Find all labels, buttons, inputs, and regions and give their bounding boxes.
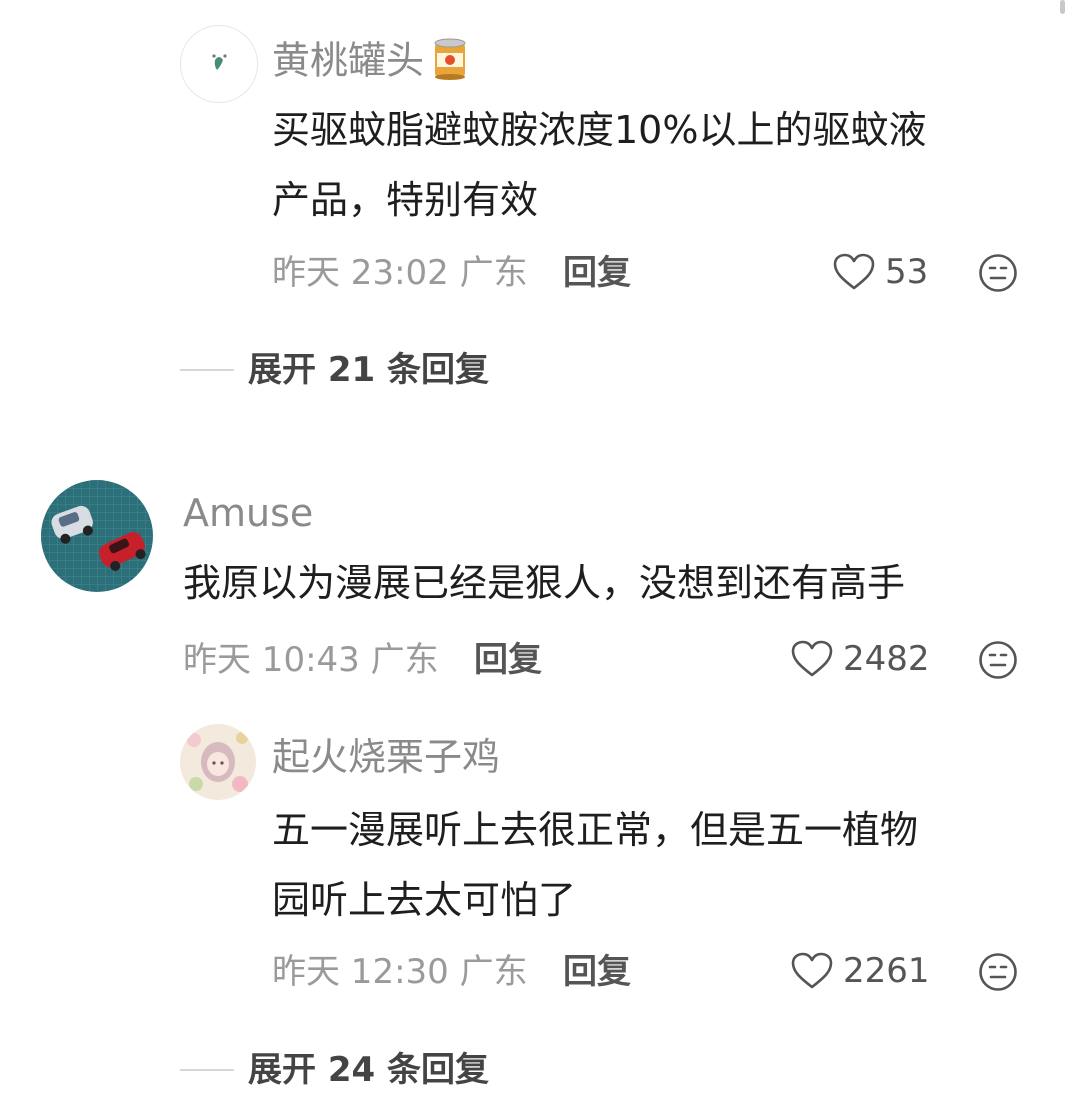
comment-text-line: 买驱蚊脂避蚊胺浓度10%以上的驱蚊液 [272,108,927,152]
comment-text: 买驱蚊脂避蚊胺浓度10%以上的驱蚊液 产品，特别有效 [272,95,926,235]
neutral-face-icon [979,641,1017,679]
comment-text-line: 我原以为漫展已经是狠人，没想到还有高手 [183,561,906,605]
scrollbar[interactable] [1060,0,1065,14]
avatar-image [212,54,227,70]
neutral-face-icon [979,953,1017,991]
like-count: 53 [885,252,929,292]
like-button[interactable]: 53 [833,253,928,291]
canned-food-emoji-icon [432,38,468,88]
dislike-button[interactable] [978,640,1018,680]
heart-outline-icon [833,253,875,290]
comment-text: 我原以为漫展已经是狠人，没想到还有高手 [183,548,905,618]
comment-time: 昨天 23:02 [272,253,449,293]
comment-username[interactable]: Amuse [183,494,313,532]
comment-text-line: 产品，特别有效 [272,178,539,222]
comment-thread: 黄桃罐头 买驱蚊脂避蚊胺浓度10%以上的驱蚊液 产品，特别有效 昨天 23:02… [0,0,1079,1098]
reply-button[interactable]: 回复 [563,955,631,989]
comment-location: 广东 [459,952,528,992]
expand-replies-button[interactable]: 展开 21 条回复 [180,353,489,387]
divider-line [180,369,234,371]
avatar[interactable] [180,724,256,800]
comment-meta: 昨天 10:43 广东 [183,643,439,677]
avatar-image [187,732,248,792]
comment-username[interactable]: 起火烧栗子鸡 [272,738,500,776]
comment-time: 昨天 10:43 [183,640,360,680]
like-button[interactable]: 2261 [791,952,930,990]
like-count: 2482 [843,639,930,679]
like-count: 2261 [843,951,930,991]
dislike-button[interactable] [978,253,1018,293]
comment-username[interactable]: 黄桃罐头 [272,38,468,88]
avatar[interactable] [41,480,153,592]
like-button[interactable]: 2482 [791,640,930,678]
comment-time: 昨天 12:30 [272,952,449,992]
comment-text-line: 五一漫展听上去很正常，但是五一植物 [272,808,919,852]
expand-replies-label: 展开 24 条回复 [248,1050,489,1090]
divider-line [180,1069,234,1071]
dislike-button[interactable] [978,952,1018,992]
comment-location: 广东 [370,640,439,680]
comment-meta: 昨天 23:02 广东 [272,256,528,290]
reply-button[interactable]: 回复 [474,643,542,677]
heart-outline-icon [791,640,833,677]
neutral-face-icon [979,254,1017,292]
comment-location: 广东 [459,253,528,293]
comment-meta: 昨天 12:30 广东 [272,955,528,989]
reply-button[interactable]: 回复 [563,256,631,290]
avatar-image [41,480,153,592]
expand-replies-button[interactable]: 展开 24 条回复 [180,1053,489,1087]
expand-replies-label: 展开 21 条回复 [248,350,489,390]
comment-text: 五一漫展听上去很正常，但是五一植物 园听上去太可怕了 [272,795,918,935]
comment-text-line: 园听上去太可怕了 [272,878,577,922]
heart-outline-icon [791,952,833,989]
avatar[interactable] [180,25,258,103]
